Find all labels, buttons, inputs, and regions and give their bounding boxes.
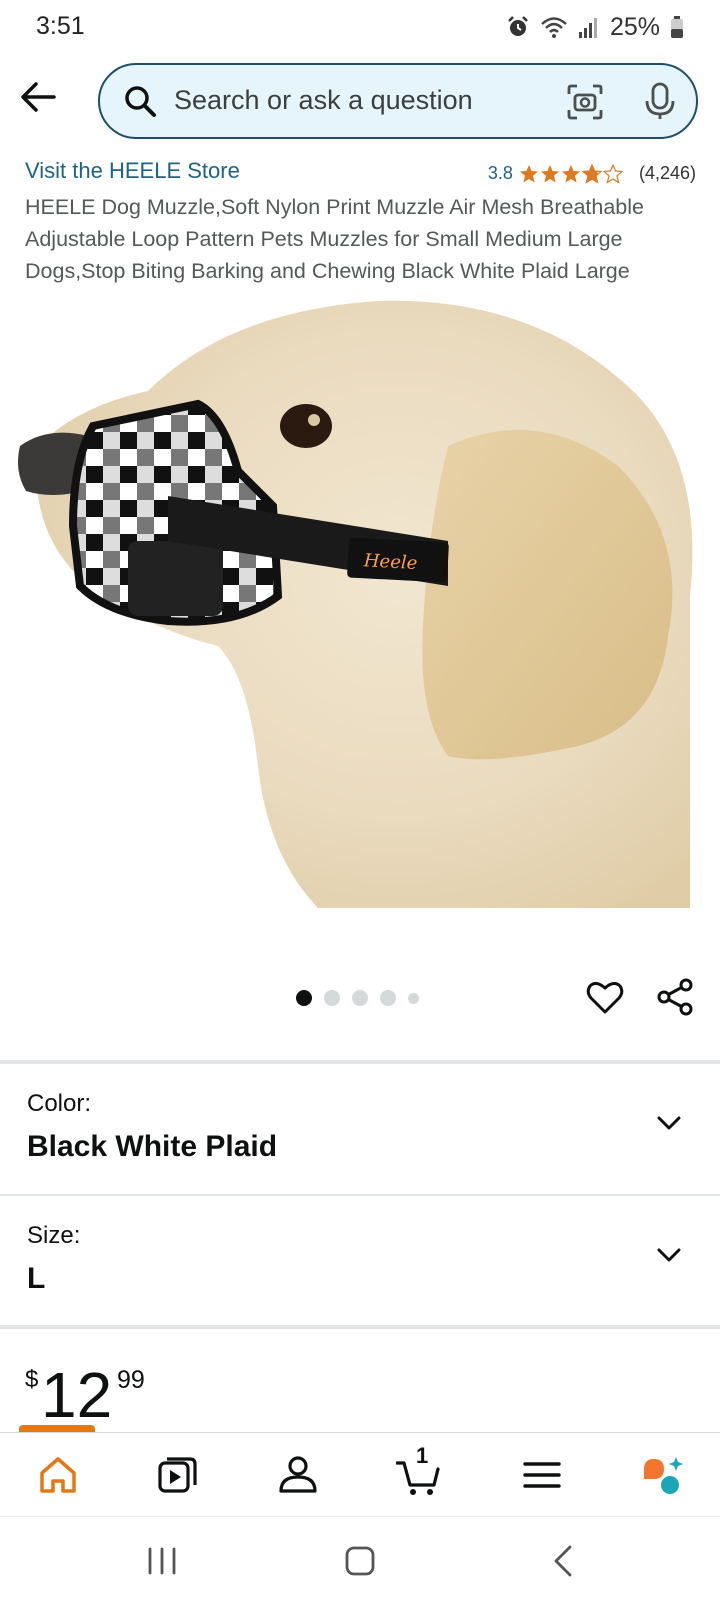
image-carousel-dots[interactable]	[296, 990, 419, 1006]
microphone-icon[interactable]	[642, 81, 678, 121]
share-icon[interactable]	[656, 978, 694, 1016]
menu-icon[interactable]	[520, 1453, 564, 1497]
recent-apps-icon[interactable]	[142, 1541, 182, 1581]
visit-store-link[interactable]: Visit the HEELE Store	[25, 158, 240, 184]
battery-percent: 25%	[609, 12, 660, 41]
color-label: Color:	[27, 1090, 92, 1117]
carousel-dot[interactable]	[408, 992, 419, 1004]
product-title: HEELE Dog Muzzle,Soft Nylon Print Muzzle…	[25, 195, 644, 283]
price-whole: 12	[41, 1359, 113, 1431]
star-partial-icon	[581, 163, 602, 184]
camera-scan-icon[interactable]	[566, 83, 604, 121]
star-rating	[519, 163, 623, 184]
size-selector[interactable]: Size: L	[0, 1196, 720, 1324]
bottom-nav: 1	[0, 1425, 720, 1516]
star-empty-icon	[602, 163, 623, 184]
brand-logo-text: Heele	[362, 550, 417, 574]
search-bar[interactable]: Search or ask a question	[98, 63, 698, 139]
status-time: 3:51	[36, 12, 85, 40]
cart-count: 1	[416, 1443, 429, 1468]
star-full-icon	[519, 164, 538, 182]
size-label: Size:	[27, 1222, 81, 1249]
rufus-icon[interactable]	[640, 1453, 684, 1497]
color-selector[interactable]: Color: Black White Plaid	[0, 1064, 720, 1192]
signal-icon	[578, 18, 597, 38]
video-icon[interactable]	[156, 1453, 200, 1497]
status-icons: 25%	[506, 12, 684, 42]
system-nav-bar	[0, 1516, 720, 1600]
heart-icon[interactable]	[586, 978, 624, 1016]
size-value: L	[27, 1262, 46, 1295]
star-full-icon	[561, 164, 580, 182]
search-input[interactable]: Search or ask a question	[174, 85, 473, 116]
battery-icon	[671, 16, 683, 38]
back-arrow-icon[interactable]	[18, 76, 60, 118]
cart-button[interactable]: 1	[395, 1443, 440, 1497]
rating-summary[interactable]: 3.8 (4,246)	[488, 163, 696, 184]
back-system-icon[interactable]	[544, 1541, 584, 1581]
carousel-dot[interactable]	[380, 990, 396, 1006]
chevron-down-icon	[657, 1248, 681, 1262]
home-system-icon[interactable]	[340, 1541, 380, 1581]
wifi-icon	[541, 17, 567, 38]
account-icon[interactable]	[276, 1453, 320, 1497]
active-tab-indicator	[19, 1425, 95, 1432]
rating-value: 3.8	[487, 163, 513, 183]
alarm-icon	[508, 16, 528, 36]
price-symbol: $	[25, 1366, 39, 1393]
section-divider	[0, 1325, 720, 1329]
star-full-icon	[540, 164, 559, 182]
rating-count: (4,246)	[638, 163, 696, 183]
chevron-down-icon	[657, 1116, 681, 1130]
color-value: Black White Plaid	[27, 1130, 278, 1163]
home-icon[interactable]	[36, 1453, 80, 1497]
carousel-dot[interactable]	[296, 990, 312, 1006]
carousel-dot[interactable]	[352, 990, 368, 1006]
price-fraction: 99	[117, 1366, 145, 1394]
product-image[interactable]: Heele	[18, 296, 704, 924]
status-bar: 3:51 25%	[0, 0, 720, 56]
search-icon	[125, 86, 156, 117]
carousel-dot[interactable]	[324, 990, 340, 1006]
